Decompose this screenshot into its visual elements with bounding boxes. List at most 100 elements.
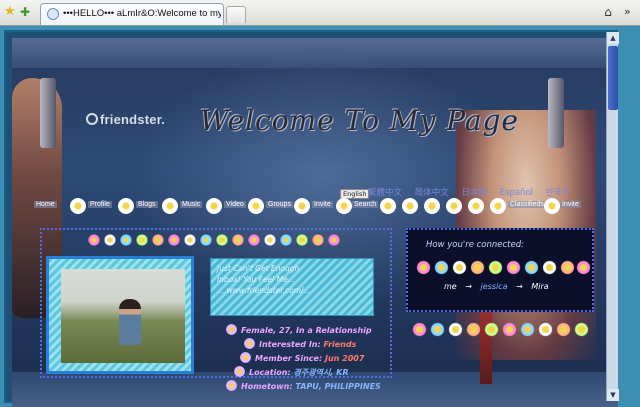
star-icon[interactable]: ★	[4, 5, 18, 19]
page-frame: friendster. Welcome To My Page English 繁…	[4, 30, 619, 407]
profile-summary: Female, 27, In a Relationship	[241, 326, 372, 335]
chevron-right-icon[interactable]: »	[624, 4, 636, 20]
language-links: 繁體中文 简体中文 日本語 Español 한국어	[368, 186, 579, 198]
blurb-line[interactable]: ....www.friendster.com/...	[217, 285, 367, 296]
flower-icon	[524, 260, 539, 275]
flower-icon	[244, 338, 255, 349]
flower-icon	[312, 234, 324, 246]
flower-icon	[544, 198, 560, 214]
flower-icon	[240, 352, 251, 363]
nav-music[interactable]: Music	[180, 201, 203, 208]
scroll-thumb[interactable]	[608, 46, 618, 110]
nav-search[interactable]: Search	[352, 201, 379, 208]
connection-flowers	[416, 260, 592, 276]
nav-invite[interactable]: Invite	[312, 201, 333, 208]
profile-summary-row: Female, 27, In a Relationship	[226, 324, 372, 335]
nav-blogs[interactable]: Blogs	[136, 201, 158, 208]
flower-icon	[162, 198, 178, 214]
flower-icon	[120, 234, 132, 246]
flower-icon	[296, 234, 308, 246]
flower-icon	[380, 198, 396, 214]
flower-icon	[520, 322, 535, 337]
flower-icon	[248, 198, 264, 214]
location-label: Location:	[249, 368, 291, 377]
location-row: Location: 경주광역시, KR	[234, 366, 348, 378]
flower-icon	[424, 198, 440, 214]
new-tab-button[interactable]	[226, 6, 246, 23]
profile-person-image	[119, 299, 141, 345]
language-link[interactable]: Español	[500, 188, 533, 198]
hometown-value: TAPU, PHILIPPINES	[295, 382, 381, 391]
profile-photo-frame	[46, 256, 194, 374]
nav-classifieds[interactable]: Classifieds	[508, 201, 546, 208]
language-link[interactable]: 繁體中文	[368, 188, 402, 198]
browser-tab[interactable]: •••HELLO••• aLmIr&O:Welcome to my Frien.…	[40, 3, 224, 25]
flower-icon	[430, 322, 445, 337]
hometown-row: Hometown: TAPU, PHILIPPINES	[226, 380, 381, 391]
profile-page: friendster. Welcome To My Page English 繁…	[12, 38, 618, 407]
connection-middle[interactable]: jessica	[481, 282, 508, 291]
flower-icon	[484, 322, 499, 337]
flower-icon	[502, 322, 517, 337]
nav-video[interactable]: Video	[224, 201, 246, 208]
header-band	[12, 38, 618, 68]
vertical-scrollbar[interactable]: ▲ ▼	[606, 32, 619, 401]
tab-title: •••HELLO••• aLmIr&O:Welcome to my Frien.…	[63, 8, 221, 19]
page-viewport: friendster. Welcome To My Page English 繁…	[0, 26, 640, 407]
flower-icon	[506, 260, 521, 275]
flower-icon	[466, 322, 481, 337]
arrow-right-icon: →	[516, 282, 523, 291]
language-link[interactable]: 日本語	[461, 188, 487, 198]
location-value: 경주광역시, KR	[293, 368, 349, 377]
nav-profile[interactable]: Profile	[88, 201, 112, 208]
blurb-line: Inbox! You Feel Me...	[217, 275, 295, 284]
interested-row: Interested In: Friends	[244, 338, 356, 349]
flower-icon	[468, 198, 484, 214]
language-link[interactable]: 한국어	[546, 188, 569, 198]
nav-invite-2[interactable]: Invite	[560, 201, 581, 208]
connection-box: How you're connected: me → jessica → Mir…	[406, 228, 594, 312]
arrow-right-icon: →	[465, 282, 472, 291]
connection-title: How you're connected:	[426, 240, 524, 250]
flower-icon	[200, 234, 212, 246]
hometown-label: Hometown:	[241, 382, 293, 391]
add-favorite-icon[interactable]: ✚	[20, 5, 34, 19]
nav-groups[interactable]: Groups	[266, 201, 293, 208]
scroll-up-icon[interactable]: ▲	[607, 32, 619, 44]
page-menu-icon[interactable]: ⌂	[600, 4, 616, 20]
browser-toolbar: ★ ✚ •••HELLO••• aLmIr&O:Welcome to my Fr…	[0, 0, 640, 26]
flower-icon	[206, 198, 222, 214]
connection-path: me → jessica → Mira	[444, 282, 549, 291]
flower-icon	[470, 260, 485, 275]
profile-blurb: Just Can't Get Enough Inbox! You Feel Me…	[210, 258, 374, 316]
language-link[interactable]: 简体中文	[415, 188, 449, 198]
flower-icon	[226, 324, 237, 335]
profile-photo[interactable]	[61, 269, 185, 363]
flower-row	[88, 234, 352, 246]
flower-icon	[216, 234, 228, 246]
flower-icon	[104, 234, 116, 246]
flower-icon	[446, 198, 462, 214]
gun-left-image	[40, 78, 56, 148]
flower-icon	[488, 260, 503, 275]
flower-icon	[234, 366, 245, 377]
flower-icon	[248, 234, 260, 246]
friendster-logo[interactable]: friendster.	[86, 112, 165, 127]
flower-icon	[136, 234, 148, 246]
nav-home[interactable]: Home	[34, 201, 57, 208]
scroll-down-icon[interactable]: ▼	[607, 389, 619, 401]
flower-icon	[70, 198, 86, 214]
flower-icon	[226, 380, 237, 391]
interested-label: Interested In:	[259, 340, 321, 349]
flower-icon	[542, 260, 557, 275]
flower-icon	[294, 198, 310, 214]
page-icon	[47, 8, 59, 20]
flower-icon	[448, 322, 463, 337]
welcome-title: Welcome To My Page	[200, 104, 519, 137]
flower-icon	[232, 234, 244, 246]
flower-icon	[576, 260, 591, 275]
interested-value: Friends	[323, 340, 357, 349]
flower-icon	[280, 234, 292, 246]
flower-icon	[416, 260, 431, 275]
flower-icon	[88, 234, 100, 246]
